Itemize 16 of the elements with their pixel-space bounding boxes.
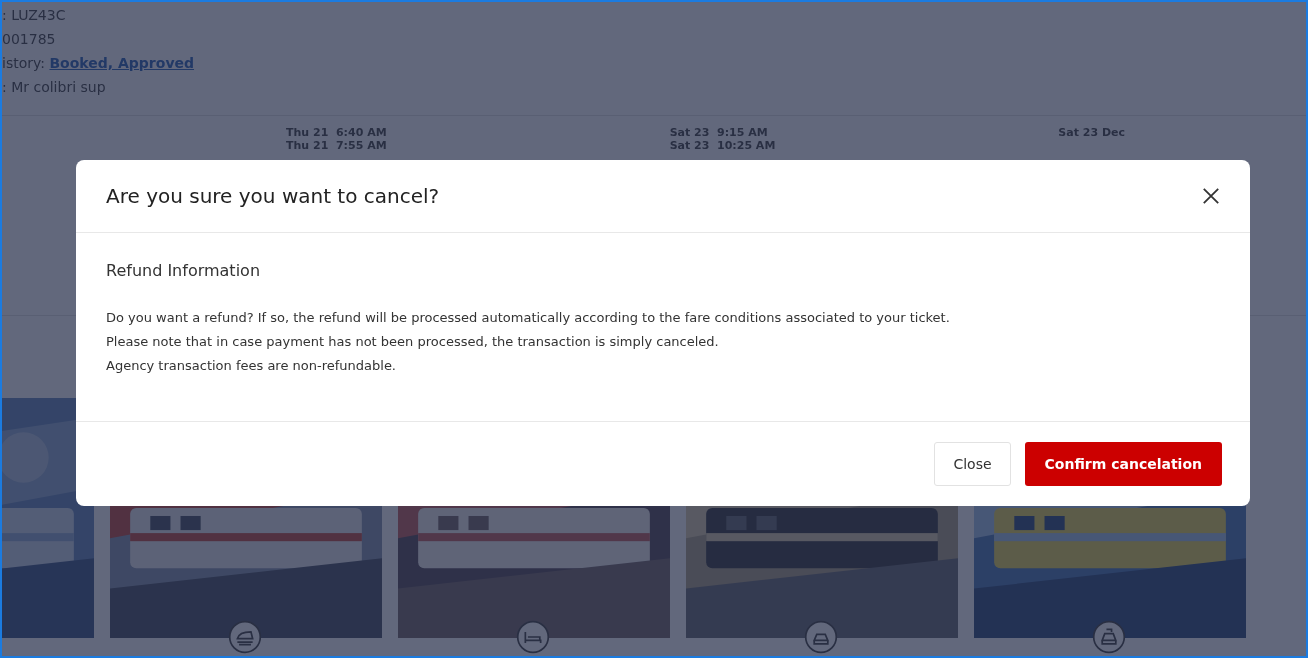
trip-time: Sat 23 Dec: [1058, 126, 1125, 139]
refund-note: Please note that in case payment has not been processed, the transaction is simply canceled.: [106, 333, 720, 351]
booking-detail: : LUZ43C: [2, 6, 67, 25]
refund-note: Agency transaction fees are non-refundable.: [106, 357, 397, 375]
dialog-title: Are you sure you want to cancel?: [106, 184, 440, 208]
booking-detail: 001785: [2, 30, 57, 49]
trip-time: Thu 21 6:40 AM: [286, 126, 387, 139]
booking-detail: : Mr colibri sup: [2, 78, 107, 97]
trip-time: Sat 23 9:15 AM: [669, 126, 769, 139]
close-icon[interactable]: [1202, 187, 1220, 205]
confirm-button[interactable]: Confirm cancelation: [1024, 442, 1222, 486]
close-button[interactable]: Close: [934, 442, 1011, 486]
section-title: Refund Information: [106, 261, 261, 280]
refund-note: Do you want a refund? If so, the refund will be processed automatically according to the fare conditions associated to your ticket.: [106, 309, 951, 327]
trip-time: Sat 23 10:25 AM: [669, 139, 776, 152]
trip-time: Thu 21 7:55 AM: [286, 139, 387, 152]
